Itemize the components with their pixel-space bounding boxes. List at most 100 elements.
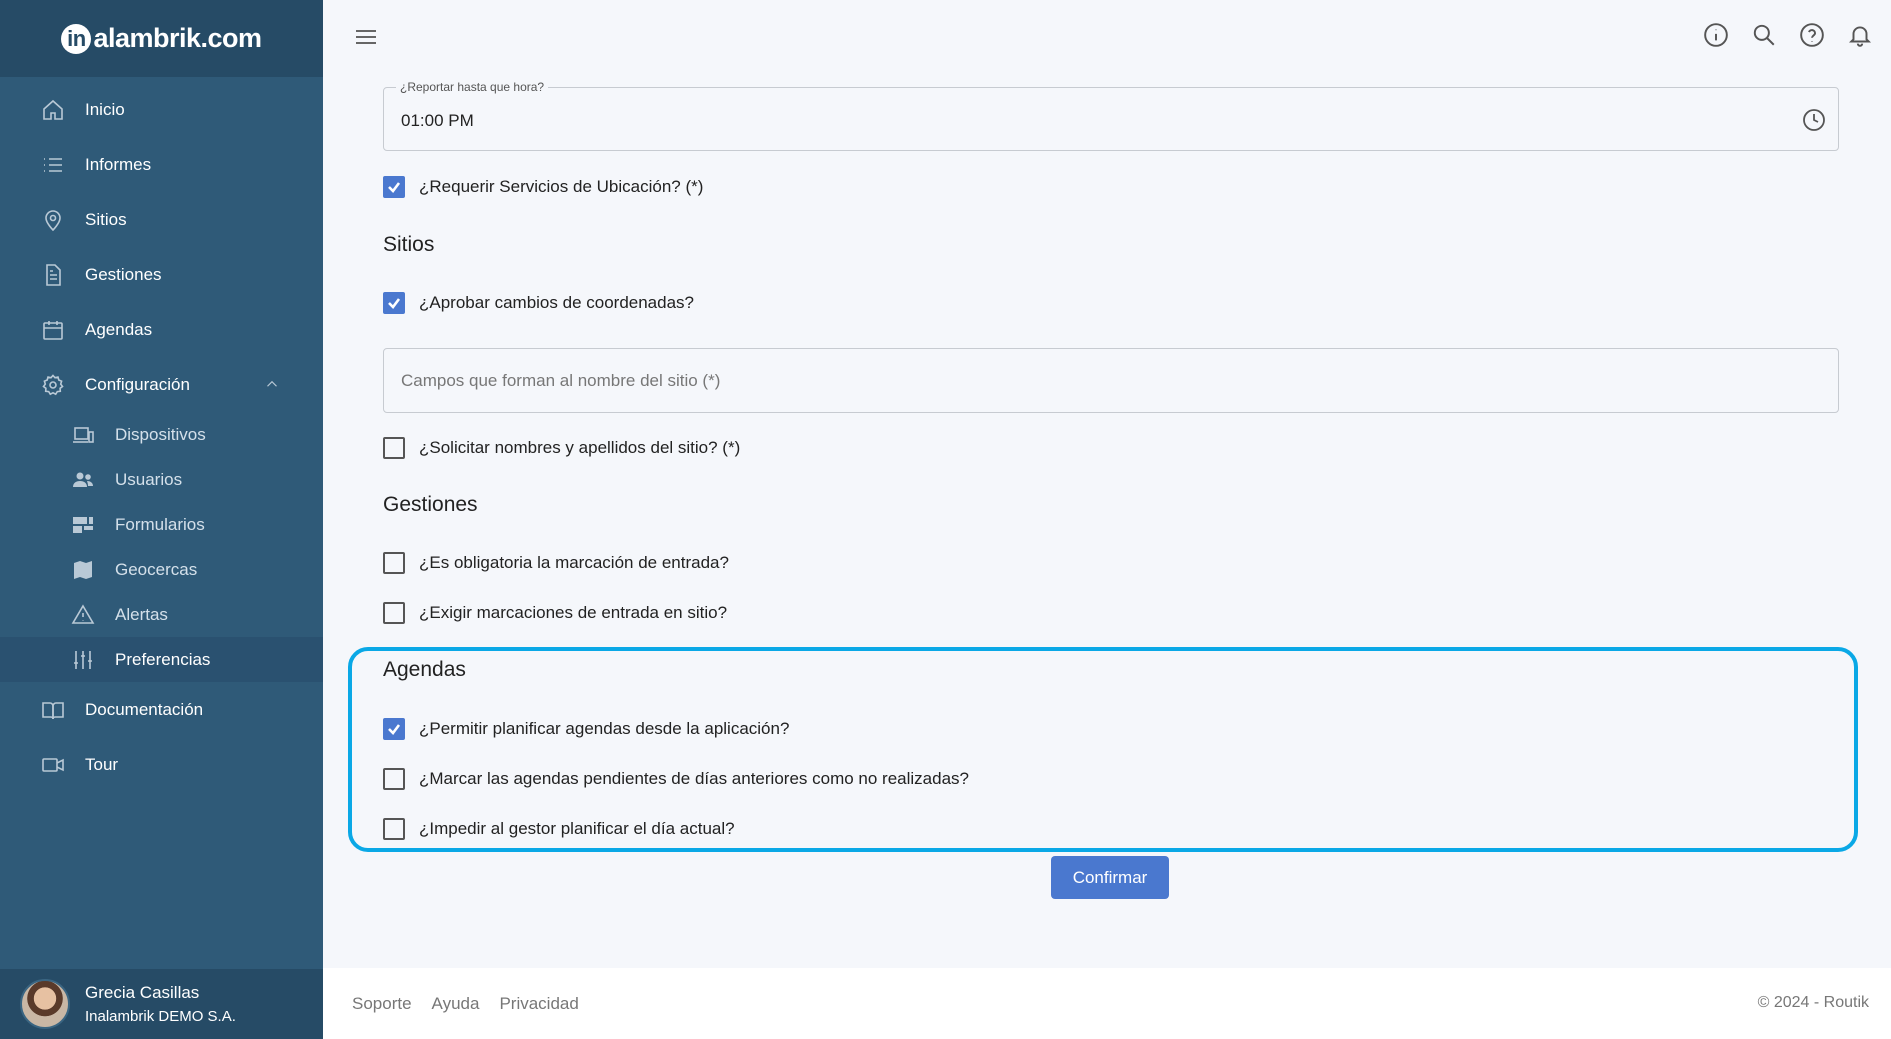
logo-bar: in alambrik.com [0, 0, 323, 77]
section-title-gestiones: Gestiones [383, 493, 478, 516]
copyright: © 2024 - Routik [1757, 994, 1869, 1011]
checkbox-unchecked[interactable] [383, 552, 405, 574]
require-location-checkbox[interactable]: ¿Requerir Servicios de Ubicación? (*) [383, 176, 703, 198]
sidebar-subitem-label: Formularios [115, 514, 205, 534]
checkbox-label: ¿Es obligatoria la marcación de entrada? [419, 553, 729, 572]
user-name: Grecia Casillas [85, 983, 200, 1002]
checkbox-label: ¿Marcar las agendas pendientes de días a… [419, 769, 969, 788]
devices-icon [70, 422, 96, 448]
sidebar-subitem-dispositivos[interactable]: Dispositivos [0, 412, 323, 457]
sidebar-subitem-label: Dispositivos [115, 424, 206, 444]
checkbox-label: ¿Solicitar nombres y apellidos del sitio… [419, 438, 741, 457]
sidebar-subitem-label: Alertas [115, 604, 168, 624]
bell-icon[interactable] [1847, 22, 1873, 48]
request-names-checkbox[interactable]: ¿Solicitar nombres y apellidos del sitio… [383, 437, 740, 459]
sidebar-item-documentacion[interactable]: Documentación [0, 682, 323, 737]
brand-logo[interactable]: in alambrik.com [61, 23, 262, 54]
sidebar-subitem-geocercas[interactable]: Geocercas [0, 547, 323, 592]
checkbox-unchecked[interactable] [383, 768, 405, 790]
checkbox-label: ¿Exigir marcaciones de entrada en sitio? [419, 603, 728, 622]
clock-icon[interactable] [1802, 108, 1826, 132]
sliders-icon [70, 647, 96, 673]
topbar-actions [1703, 22, 1873, 48]
report-until-value: 01:00 PM [401, 111, 474, 130]
location-pin-icon [40, 207, 66, 233]
chevron-up-icon[interactable] [263, 375, 281, 393]
sidebar-item-inicio[interactable]: Inicio [0, 82, 323, 137]
section-title-sitios: Sitios [383, 233, 435, 256]
footer: Soporte Ayuda Privacidad © 2024 - Routik [323, 968, 1891, 1039]
document-icon [40, 262, 66, 288]
sidebar-subitem-label: Geocercas [115, 559, 198, 579]
warning-icon [70, 602, 96, 628]
sidebar: in alambrik.com Inicio Informes Sitios Ge… [0, 0, 323, 1039]
section-title-agendas: Agendas [383, 658, 466, 681]
search-icon[interactable] [1751, 22, 1777, 48]
sidebar-item-configuracion[interactable]: Configuración [0, 357, 323, 412]
footer-links: Soporte Ayuda Privacidad [352, 994, 579, 1014]
form-icon [70, 512, 96, 538]
sidebar-item-tour[interactable]: Tour [0, 737, 323, 792]
sidebar-item-label: Configuración [85, 374, 190, 394]
sidebar-item-label: Informes [85, 154, 152, 174]
book-icon [40, 697, 66, 723]
mark-pending-checkbox[interactable]: ¿Marcar las agendas pendientes de días a… [383, 768, 969, 790]
sidebar-item-label: Sitios [85, 209, 127, 229]
calendar-icon [40, 317, 66, 343]
checkbox-label: ¿Aprobar cambios de coordenadas? [419, 293, 694, 312]
checkbox-label: ¿Permitir planificar agendas desde la ap… [419, 719, 790, 738]
sidebar-item-informes[interactable]: Informes [0, 137, 323, 192]
checkbox-unchecked[interactable] [383, 602, 405, 624]
avatar [20, 979, 70, 1029]
topbar [323, 0, 1891, 75]
user-profile[interactable]: Grecia Casillas Inalambrik DEMO S.A. [0, 969, 323, 1039]
sidebar-subitem-label: Preferencias [115, 649, 211, 669]
sidebar-item-label: Tour [85, 754, 119, 774]
confirm-button[interactable]: Confirmar [1051, 856, 1169, 899]
checkbox-label: ¿Requerir Servicios de Ubicación? (*) [419, 177, 704, 196]
sidebar-item-sitios[interactable]: Sitios [0, 192, 323, 247]
users-icon [70, 467, 96, 493]
footer-link-privacidad[interactable]: Privacidad [499, 994, 578, 1014]
approve-coords-checkbox[interactable]: ¿Aprobar cambios de coordenadas? [383, 292, 694, 314]
sidebar-subitem-label: Usuarios [115, 469, 183, 489]
sidebar-item-label: Documentación [85, 699, 204, 719]
gear-icon [40, 372, 66, 398]
checkbox-checked[interactable] [383, 718, 405, 740]
checkbox-checked[interactable] [383, 176, 405, 198]
sidebar-item-label: Gestiones [85, 264, 162, 284]
checkbox-checked[interactable] [383, 292, 405, 314]
site-name-fields[interactable] [383, 348, 1839, 413]
help-icon[interactable] [1799, 22, 1825, 48]
report-until-legend: ¿Reportar hasta que hora? [396, 80, 549, 94]
logo-mark: in [61, 23, 92, 54]
prevent-today-checkbox[interactable]: ¿Impedir al gestor planificar el día act… [383, 818, 735, 840]
entry-required-checkbox[interactable]: ¿Es obligatoria la marcación de entrada? [383, 552, 729, 574]
user-org: Inalambrik DEMO S.A. [85, 1008, 236, 1025]
allow-plan-app-checkbox[interactable]: ¿Permitir planificar agendas desde la ap… [383, 718, 789, 740]
site-name-fields-input[interactable] [384, 349, 1838, 412]
logo-text: alambrik.com [93, 23, 262, 53]
main-nav: Inicio Informes Sitios Gestiones Agendas… [0, 77, 323, 792]
footer-link-soporte[interactable]: Soporte [352, 994, 412, 1014]
footer-link-ayuda[interactable]: Ayuda [432, 994, 480, 1014]
checkbox-unchecked[interactable] [383, 437, 405, 459]
home-icon [40, 97, 66, 123]
info-icon[interactable] [1703, 22, 1729, 48]
sidebar-item-label: Inicio [85, 99, 125, 119]
list-icon [40, 152, 66, 178]
entry-on-site-checkbox[interactable]: ¿Exigir marcaciones de entrada en sitio? [383, 602, 727, 624]
sidebar-subitem-formularios[interactable]: Formularios [0, 502, 323, 547]
video-icon [40, 752, 66, 778]
sidebar-subitem-preferencias[interactable]: Preferencias [0, 637, 323, 682]
sidebar-subitem-usuarios[interactable]: Usuarios [0, 457, 323, 502]
report-until-field[interactable]: ¿Reportar hasta que hora? 01:00 PM [383, 80, 1839, 151]
sidebar-subitem-alertas[interactable]: Alertas [0, 592, 323, 637]
map-icon [70, 557, 96, 583]
checkbox-label: ¿Impedir al gestor planificar el día act… [419, 819, 735, 838]
menu-icon[interactable] [353, 25, 379, 49]
sidebar-item-agendas[interactable]: Agendas [0, 302, 323, 357]
sidebar-item-label: Agendas [85, 319, 153, 339]
sidebar-item-gestiones[interactable]: Gestiones [0, 247, 323, 302]
checkbox-unchecked[interactable] [383, 818, 405, 840]
